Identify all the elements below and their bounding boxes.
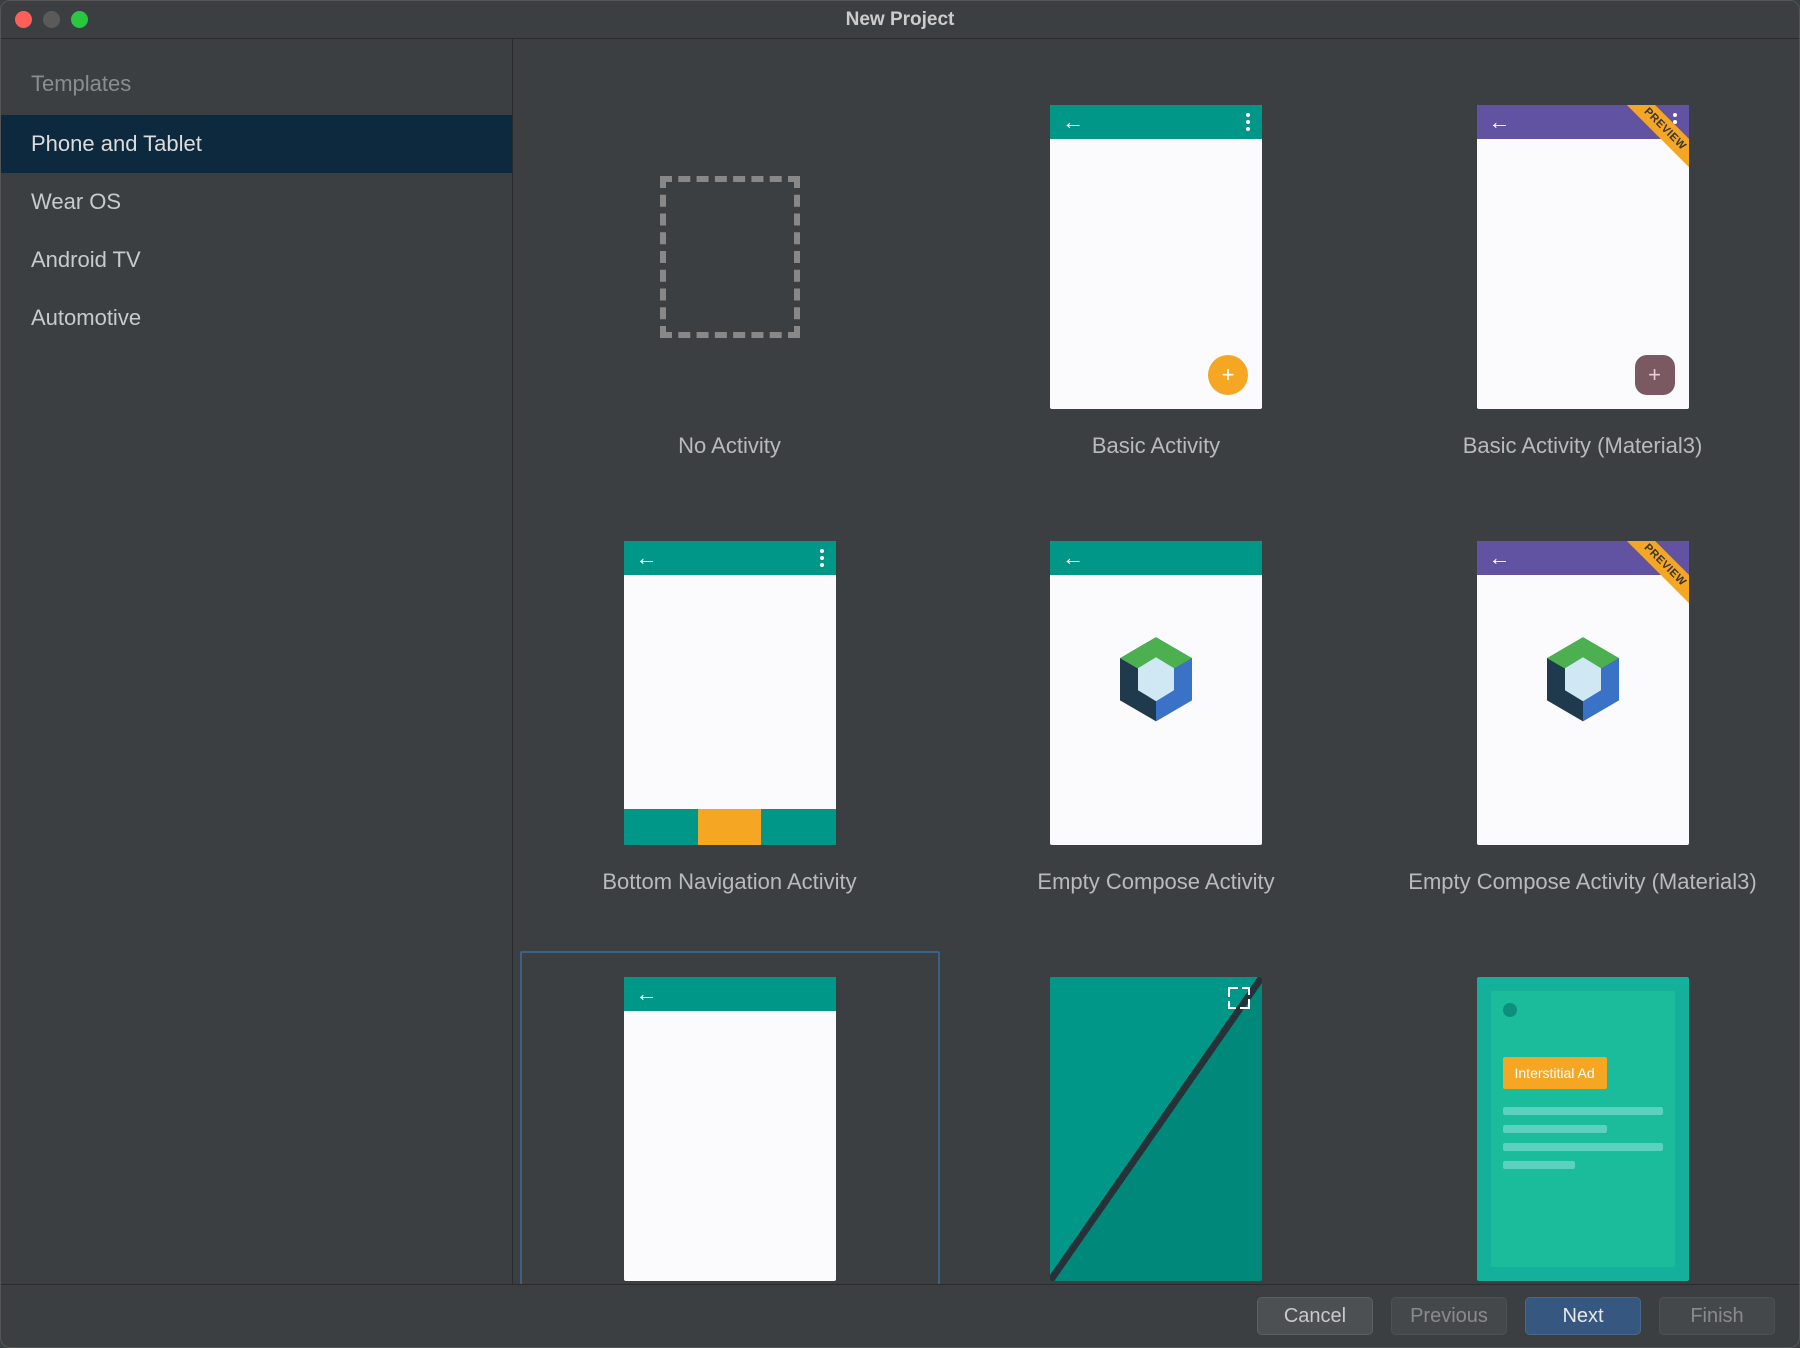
back-arrow-icon: ← — [1062, 547, 1084, 569]
window-controls — [15, 11, 88, 28]
admob-thumb: Interstitial Ad — [1477, 977, 1689, 1281]
template-caption: Empty Compose Activity — [1037, 869, 1274, 895]
template-thumb: ←+PREVIEW — [1477, 105, 1689, 409]
sidebar-item-phone-and-tablet[interactable]: Phone and Tablet — [1, 115, 512, 173]
new-project-window: New Project Templates Phone and TabletWe… — [0, 0, 1800, 1348]
sidebar: Templates Phone and TabletWear OSAndroid… — [1, 39, 513, 1284]
template-thumb: ← — [624, 977, 836, 1281]
template-tile[interactable]: ←+PREVIEWBasic Activity (Material3) — [1373, 79, 1793, 485]
back-arrow-icon: ← — [1489, 111, 1511, 133]
footer: Cancel Previous Next Finish — [1, 1285, 1799, 1347]
template-tile[interactable]: ← Empty Compose Activity — [946, 515, 1366, 921]
overflow-menu-icon — [820, 549, 824, 567]
body: Templates Phone and TabletWear OSAndroid… — [1, 39, 1799, 1285]
window-title: New Project — [1, 9, 1799, 31]
bottom-nav-bar — [624, 809, 836, 845]
back-arrow-icon: ← — [636, 547, 658, 569]
fab-add-icon: + — [1635, 355, 1675, 395]
template-gallery: No Activity ←+Basic Activity ←+PREVIEWBa… — [513, 39, 1799, 1284]
no-activity-thumb — [624, 105, 836, 409]
template-grid[interactable]: No Activity ←+Basic Activity ←+PREVIEWBa… — [513, 39, 1799, 1284]
back-arrow-icon: ← — [636, 983, 658, 1005]
template-thumb: ← PREVIEW — [1477, 541, 1689, 845]
template-thumb: ← — [1050, 977, 1262, 1281]
template-tile[interactable]: ←+Basic Activity — [946, 79, 1366, 485]
appbar: ← — [1050, 541, 1262, 575]
back-arrow-icon: ← — [1489, 547, 1511, 569]
template-caption: Basic Activity (Material3) — [1463, 433, 1703, 459]
maximize-window-button[interactable] — [71, 11, 88, 28]
sidebar-item-wear-os[interactable]: Wear OS — [1, 173, 512, 231]
template-thumb: ← — [1050, 541, 1262, 845]
sidebar-header: Templates — [1, 59, 512, 115]
next-button[interactable]: Next — [1525, 1297, 1641, 1335]
titlebar: New Project — [1, 1, 1799, 39]
template-thumb: ← — [624, 541, 836, 845]
fab-add-icon: + — [1208, 355, 1248, 395]
template-tile[interactable]: Interstitial Ad Google AdMob Ads Activit… — [1373, 951, 1793, 1284]
template-tile[interactable]: ← Fullscreen Activity — [946, 951, 1366, 1284]
interstitial-ad-button: Interstitial Ad — [1503, 1057, 1607, 1089]
template-tile[interactable]: ←Empty Activity — [520, 951, 940, 1284]
sidebar-item-automotive[interactable]: Automotive — [1, 289, 512, 347]
fullscreen-icon — [1228, 987, 1250, 1009]
appbar: ← — [1050, 105, 1262, 139]
template-caption: Empty Compose Activity (Material3) — [1408, 869, 1756, 895]
previous-button[interactable]: Previous — [1391, 1297, 1507, 1335]
compose-logo-icon — [1543, 637, 1623, 730]
dashed-placeholder-icon — [660, 176, 800, 338]
minimize-window-button[interactable] — [43, 11, 60, 28]
template-caption: No Activity — [678, 433, 781, 459]
appbar: ← — [624, 541, 836, 575]
template-tile[interactable]: No Activity — [520, 79, 940, 485]
back-arrow-icon: ← — [1062, 111, 1084, 133]
template-tile[interactable]: ← PREVIEW Empty Compose Activity (Materia… — [1373, 515, 1793, 921]
sidebar-item-android-tv[interactable]: Android TV — [1, 231, 512, 289]
template-caption: Bottom Navigation Activity — [602, 869, 856, 895]
template-caption: Basic Activity — [1092, 433, 1220, 459]
appbar: ← — [624, 977, 836, 1011]
overflow-menu-icon — [1246, 113, 1250, 131]
status-dot-icon — [1503, 1003, 1517, 1017]
finish-button[interactable]: Finish — [1659, 1297, 1775, 1335]
template-tile[interactable]: ← Bottom Navigation Activity — [520, 515, 940, 921]
close-window-button[interactable] — [15, 11, 32, 28]
template-thumb: ←+ — [1050, 105, 1262, 409]
compose-logo-icon — [1116, 637, 1196, 730]
cancel-button[interactable]: Cancel — [1257, 1297, 1373, 1335]
